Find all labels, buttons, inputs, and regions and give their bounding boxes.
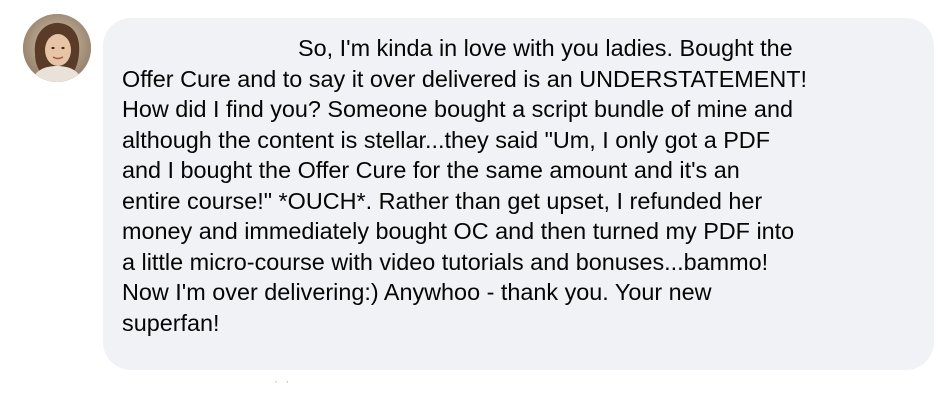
comment-line: although the content is stellar...they s… [122, 126, 770, 153]
comment-line: money and immediately bought OC and then… [122, 218, 795, 244]
comment-thread: So, I'm kinda in love with you ladies. B… [0, 0, 948, 408]
comment-text: So, I'm kinda in love with you ladies. B… [122, 33, 922, 338]
comment-line: and I bought the Offer Cure for the same… [122, 157, 740, 183]
comment-bubble: So, I'm kinda in love with you ladies. B… [103, 18, 934, 370]
comment-line: Now I'm over delivering:) Anywhoo - than… [122, 279, 712, 305]
comment-line: superfan! [122, 309, 220, 336]
comment-line: So, I'm kinda in love with you ladies. B… [298, 35, 793, 61]
comment-line: How did I find you? Someone bought a scr… [122, 96, 793, 122]
commenter-avatar[interactable] [23, 14, 91, 82]
comment-line: Offer Cure and to say it over delivered … [122, 65, 808, 92]
comment-actions-placeholder: · · [274, 374, 292, 388]
avatar-photo [23, 14, 91, 82]
comment-line: entire course!" *OUCH*. Rather than get … [122, 187, 763, 214]
comment-line: a little micro-course with video tutoria… [122, 248, 769, 275]
